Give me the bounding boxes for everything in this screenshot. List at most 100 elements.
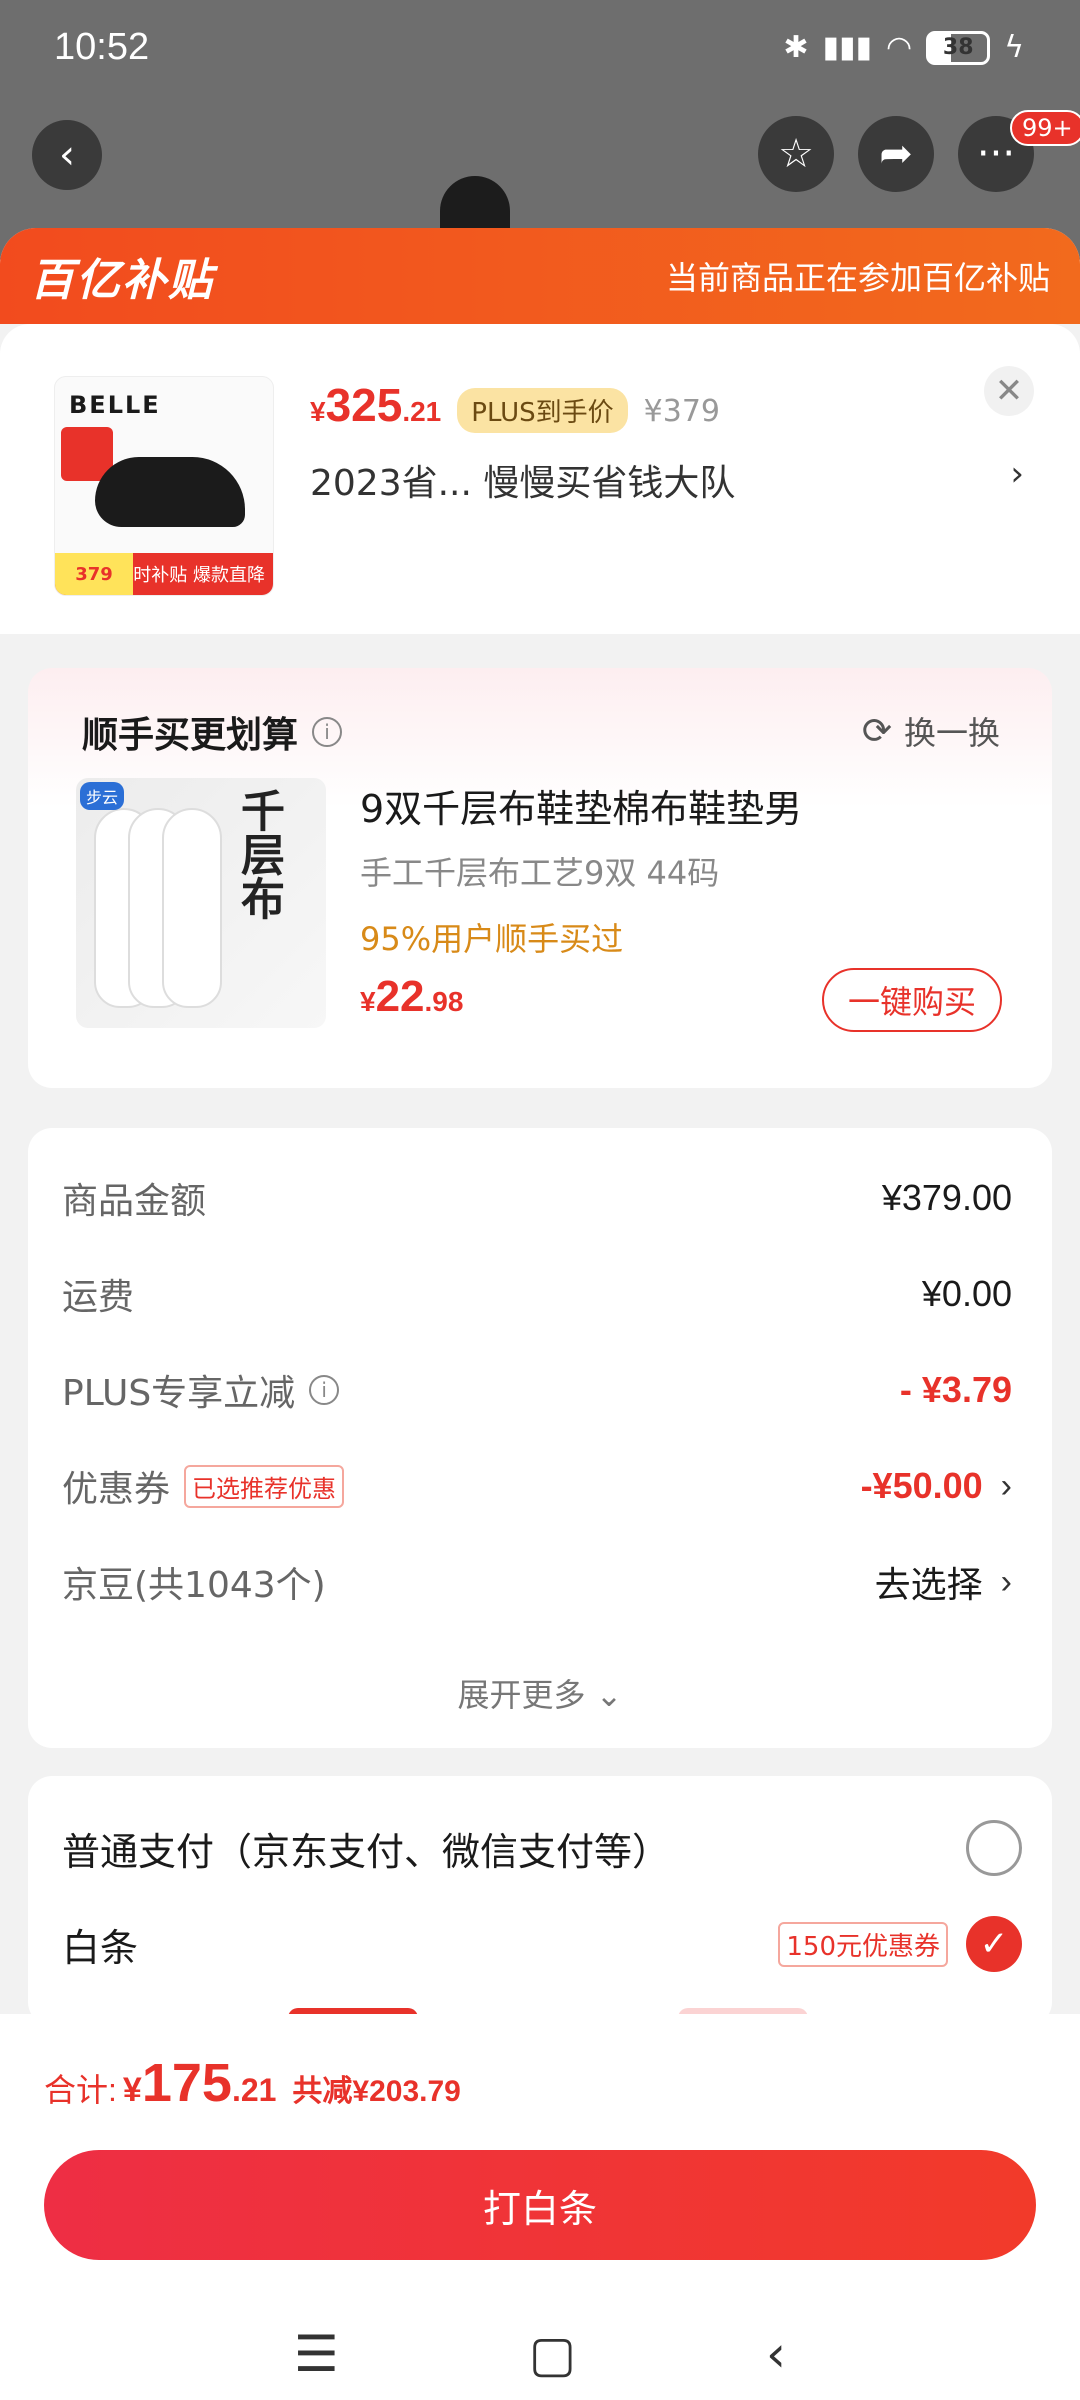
product-card: BELLE 限时补贴 爆款直降 379 ¥325.21 PLUS到手价 ¥379… bbox=[0, 324, 1080, 634]
close-button[interactable]: ✕ bbox=[984, 366, 1034, 416]
addon-title: 顺手买更划算 i bbox=[82, 706, 343, 758]
thumb-price: 379 bbox=[55, 553, 133, 595]
insole-image bbox=[162, 808, 222, 1008]
pay-baitiao-button[interactable]: 打白条 bbox=[44, 2150, 1036, 2260]
expand-more-button[interactable]: 展开更多 ⌄ bbox=[28, 1670, 1052, 1716]
addon-thumb-text: 千层布 bbox=[233, 788, 284, 920]
product-title[interactable]: 2023省... 慢慢买省钱大队 bbox=[310, 454, 735, 506]
baitiao-radio-checked[interactable]: ✓ bbox=[966, 1916, 1022, 1972]
refresh-icon: ⟳ bbox=[861, 710, 892, 752]
product-image[interactable]: BELLE 限时补贴 爆款直降 379 bbox=[54, 376, 274, 596]
addon-social-proof: 95%用户顺手买过 bbox=[360, 920, 624, 958]
more-icon: ··· bbox=[976, 131, 1016, 177]
baitiao-label: 白条 bbox=[62, 1925, 139, 1970]
star-icon: ☆ bbox=[778, 131, 814, 177]
total-label: 合计: bbox=[44, 2072, 117, 2108]
chevron-right-icon[interactable]: › bbox=[1010, 454, 1024, 494]
jingdou-row[interactable]: 京豆(共1043个) 去选择 › bbox=[62, 1556, 1012, 1608]
price-row: ¥325.21 PLUS到手价 ¥379 bbox=[310, 378, 720, 433]
price-currency: ¥ bbox=[310, 396, 326, 427]
total-saved: 共减¥203.79 bbox=[292, 2075, 461, 2108]
refresh-button[interactable]: ⟳ 换一换 bbox=[862, 708, 1000, 754]
back-icon[interactable]: ‹ bbox=[766, 2325, 786, 2383]
coupon-text: 优惠券 bbox=[62, 1469, 171, 1510]
baitiao-coupon-tag: 150元优惠券 bbox=[778, 1921, 948, 1967]
jingdou-value-wrap: 去选择 › bbox=[875, 1556, 1012, 1608]
subsidy-note: 当前商品正在参加百亿补贴 bbox=[665, 259, 1050, 297]
addon-price-decimal: .98 bbox=[424, 986, 464, 1017]
addon-price: ¥22.98 bbox=[360, 972, 463, 1022]
addon-product-image[interactable]: 步云 千层布 bbox=[76, 778, 326, 1028]
addon-name[interactable]: 9双千层布鞋垫棉布鞋垫男 bbox=[360, 778, 802, 833]
back-button[interactable]: ‹ bbox=[32, 120, 102, 190]
total-integer: 175 bbox=[141, 2053, 232, 2113]
coupon-value-wrap: -¥50.00 › bbox=[861, 1465, 1012, 1507]
addon-price-integer: 22 bbox=[375, 972, 425, 1021]
share-button[interactable]: ➦ bbox=[858, 116, 934, 192]
info-icon[interactable]: i bbox=[309, 1375, 340, 1405]
notification-badge: 99+ bbox=[1010, 110, 1080, 146]
share-icon: ➦ bbox=[879, 131, 913, 177]
addon-card: 顺手买更划算 i ⟳ 换一换 步云 千层布 9双千层布鞋垫棉布鞋垫男 手工千层布… bbox=[28, 668, 1052, 1088]
jingdou-value: 去选择 bbox=[874, 1564, 983, 1605]
check-icon: ✓ bbox=[979, 1924, 1009, 1964]
jingdou-label: 京豆(共1043个) bbox=[62, 1565, 326, 1606]
charging-icon: ϟ bbox=[1004, 30, 1024, 65]
baitiao-payment-option[interactable]: 白条 150元优惠券 ✓ bbox=[62, 1916, 1022, 1972]
goods-amount-label: 商品金额 bbox=[62, 1181, 207, 1222]
total-row: 合计: ¥ 175 .21 共减¥203.79 bbox=[44, 2052, 461, 2114]
addon-spec: 手工千层布工艺9双 44码 bbox=[360, 854, 720, 892]
plus-discount-text: PLUS专享立减 bbox=[62, 1373, 296, 1414]
one-click-buy-button[interactable]: 一键购买 bbox=[821, 968, 1002, 1032]
coupon-recommended-tag: 已选推荐优惠 bbox=[184, 1464, 345, 1508]
addon-title-text: 顺手买更划算 bbox=[82, 715, 299, 756]
favorite-button[interactable]: ☆ bbox=[758, 116, 834, 192]
price-integer: 325 bbox=[325, 379, 403, 431]
info-icon[interactable]: i bbox=[312, 717, 343, 747]
goods-amount-row: 商品金额 ¥379.00 bbox=[62, 1172, 1012, 1224]
original-price: ¥379 bbox=[643, 394, 721, 429]
addon-price-currency: ¥ bbox=[360, 986, 376, 1017]
payment-method-card: 普通支付（京东支付、微信支付等） 白条 150元优惠券 ✓ bbox=[28, 1776, 1052, 2028]
status-time: 10:52 bbox=[54, 26, 150, 68]
coupon-label: 优惠券 已选推荐优惠 bbox=[62, 1460, 345, 1512]
baitiao-right: 150元优惠券 ✓ bbox=[778, 1916, 1022, 1972]
menu-icon[interactable]: ☰ bbox=[294, 2325, 339, 2383]
home-icon[interactable]: ▢ bbox=[529, 2325, 576, 2383]
normal-payment-label: 普通支付（京东支付、微信支付等） bbox=[62, 1829, 671, 1874]
wifi-icon: ◠ bbox=[886, 30, 913, 65]
subsidy-logo: 百亿补贴 bbox=[30, 255, 214, 306]
status-bar: 10:52 ✱ ▮▮▮ ◠ 38 ϟ bbox=[0, 0, 1080, 104]
close-icon: ✕ bbox=[994, 371, 1024, 411]
status-icons: ✱ ▮▮▮ ◠ 38 ϟ bbox=[783, 30, 1024, 65]
coupon-value: -¥50.00 bbox=[860, 1465, 983, 1506]
normal-payment-option[interactable]: 普通支付（京东支付、微信支付等） bbox=[62, 1820, 1022, 1876]
price-decimal: .21 bbox=[402, 396, 442, 427]
plus-discount-value: - ¥3.79 bbox=[899, 1369, 1012, 1410]
chevron-right-icon: › bbox=[1000, 1466, 1012, 1505]
total-decimal: .21 bbox=[231, 2072, 277, 2108]
bluetooth-icon: ✱ bbox=[783, 30, 809, 65]
addon-brand: 步云 bbox=[80, 782, 125, 810]
shipping-value: ¥0.00 bbox=[921, 1273, 1012, 1314]
battery-level: 38 bbox=[942, 35, 974, 60]
signal-icon: ▮▮▮ bbox=[822, 30, 873, 65]
plus-price-badge: PLUS到手价 bbox=[457, 388, 628, 433]
plus-discount-label: PLUS专享立减 i bbox=[62, 1364, 340, 1416]
shoe-image bbox=[95, 457, 245, 527]
thumb-brand: BELLE bbox=[69, 391, 161, 419]
bottom-checkout-bar: 合计: ¥ 175 .21 共减¥203.79 打白条 ☰ ▢ ‹ bbox=[0, 2014, 1080, 2400]
cost-summary-card: 商品金额 ¥379.00 运费 ¥0.00 PLUS专享立减 i - ¥3.79 … bbox=[28, 1128, 1052, 1748]
plus-price: ¥325.21 bbox=[310, 378, 441, 432]
chevron-right-icon: › bbox=[1000, 1562, 1012, 1601]
plus-discount-row: PLUS专享立减 i - ¥3.79 bbox=[62, 1364, 1012, 1416]
shipping-label: 运费 bbox=[62, 1277, 135, 1318]
normal-payment-radio[interactable] bbox=[966, 1820, 1022, 1876]
battery-icon: 38 bbox=[926, 30, 991, 65]
refresh-label: 换一换 bbox=[903, 714, 1000, 752]
system-navigation: ☰ ▢ ‹ bbox=[0, 2314, 1080, 2394]
shipping-row: 运费 ¥0.00 bbox=[62, 1268, 1012, 1320]
total-currency: ¥ bbox=[122, 2071, 142, 2109]
coupon-row[interactable]: 优惠券 已选推荐优惠 -¥50.00 › bbox=[62, 1460, 1012, 1512]
subsidy-header: 百亿补贴 当前商品正在参加百亿补贴 bbox=[0, 228, 1080, 324]
